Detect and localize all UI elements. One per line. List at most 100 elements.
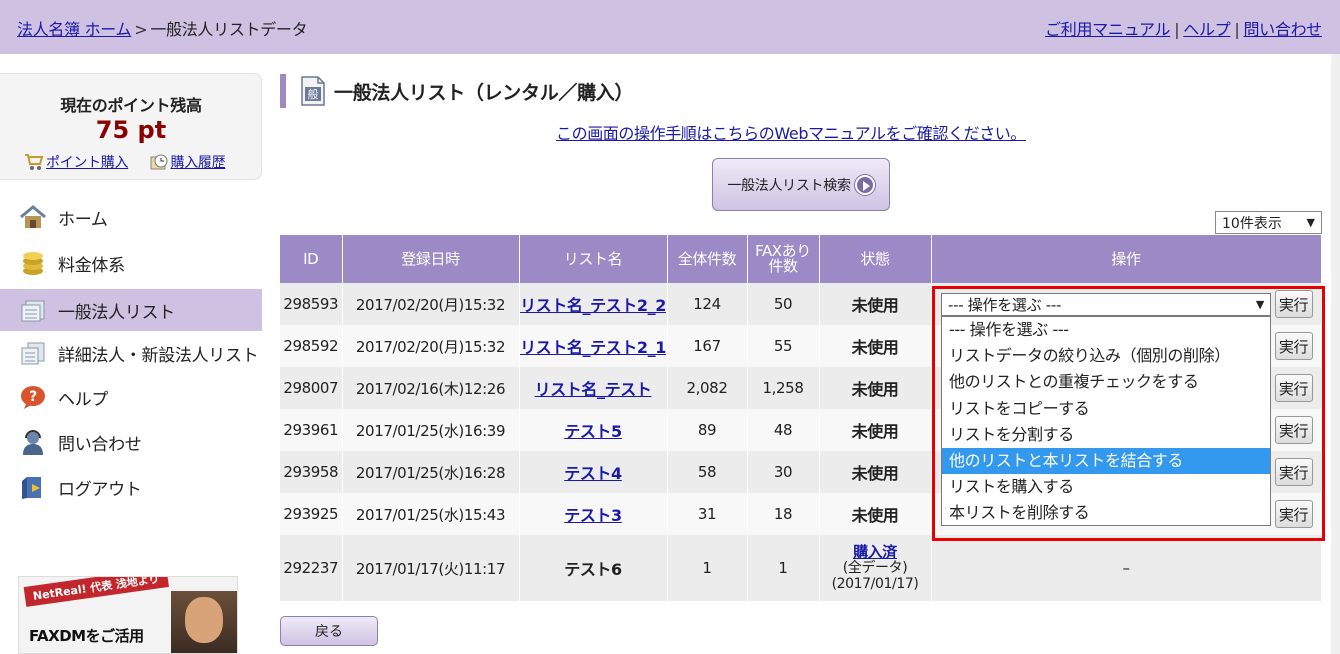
per-page-value: 10件表示 [1222, 215, 1282, 232]
list-name-link[interactable]: テスト4 [564, 464, 622, 483]
help-link[interactable]: ヘルプ [1183, 20, 1230, 39]
points-box: 現在のポイント残高 75 pt ポイント購入 購入履歴 [0, 73, 262, 180]
cell-fax: 55 [747, 325, 820, 367]
purchase-history-link[interactable]: 購入履歴 [171, 155, 226, 171]
per-page-select[interactable]: 10件表示 ▼ [1215, 211, 1322, 234]
list-name-link[interactable]: リスト名_テスト2_1 [520, 338, 666, 357]
cell-total: 167 [667, 325, 748, 367]
list-icon [21, 300, 45, 322]
list-name-link[interactable]: リスト名_テスト2_2 [520, 296, 666, 315]
cell-date: 2017/01/25(水)16:39 [342, 409, 520, 451]
header-date: 登録日時 [342, 235, 520, 283]
house-icon [20, 205, 46, 228]
sidebar-item-label: 一般法人リスト [58, 302, 175, 323]
history-icon [150, 154, 168, 170]
top-bar: 法人名簿 ホーム > 一般法人リストデータ ご利用マニュアル | ヘルプ | 問い合わせ [0, 0, 1340, 54]
cell-fax: 1,258 [747, 367, 820, 409]
points-value: 75 pt [95, 116, 167, 144]
buy-points-link[interactable]: ポイント購入 [46, 155, 129, 171]
breadcrumb-separator: > [134, 20, 148, 39]
cell-list-name: テスト3 [519, 493, 668, 535]
option-purchase-list[interactable]: リストを購入する [942, 474, 1270, 500]
header-operation: 操作 [931, 235, 1322, 283]
option-merge-lists[interactable]: 他のリストと本リストを結合する [942, 447, 1270, 475]
cell-fax: 1 [747, 535, 820, 601]
cell-status: 未使用 [819, 409, 932, 451]
points-links: ポイント購入 購入履歴 [24, 152, 226, 172]
page-heading: 般 一般法人リスト（レンタル／購入） [280, 74, 634, 108]
svg-text:?: ? [29, 389, 37, 405]
cell-id: 293958 [280, 451, 343, 493]
link-separator: | [1234, 20, 1240, 39]
document-icon: 般 [301, 76, 325, 106]
list-name-link[interactable]: テスト5 [564, 422, 622, 441]
link-separator: | [1174, 20, 1180, 39]
cell-status: 購入済 (全データ) (2017/01/17) [819, 535, 932, 601]
option-delete-list[interactable]: 本リストを削除する [942, 500, 1270, 526]
banner-face [185, 597, 223, 643]
cell-id: 298007 [280, 367, 343, 409]
option-copy-list[interactable]: リストをコピーする [942, 396, 1270, 422]
promo-banner[interactable]: NetReal! 代表 浅地より FAXDMをご活用 [18, 576, 238, 654]
header-fax: FAXあり 件数 [747, 235, 820, 283]
execute-button[interactable]: 実行 [1274, 458, 1313, 486]
header-total: 全体件数 [667, 235, 748, 283]
execute-button[interactable]: 実行 [1274, 500, 1313, 528]
purchased-scope: (全データ) [842, 560, 908, 577]
general-list-search-button[interactable]: 一般法人リスト検索 [712, 158, 890, 211]
web-manual-link[interactable]: この画面の操作手順はこちらのWebマニュアルをご確認ください。 [556, 120, 1026, 144]
cell-date: 2017/01/25(水)16:28 [342, 451, 520, 493]
sidebar-item-contact[interactable]: 問い合わせ [0, 421, 262, 463]
cell-status: 未使用 [819, 451, 932, 493]
cell-list-name: リスト名_テスト2_1 [519, 325, 668, 367]
manual-link[interactable]: ご利用マニュアル [1045, 20, 1170, 39]
sidebar-item-detailed-list[interactable]: 詳細法人・新設法人リスト [0, 332, 262, 374]
cell-date: 2017/01/17(火)11:17 [342, 535, 520, 601]
execute-button[interactable]: 実行 [1274, 374, 1313, 402]
operation-select-value: --- 操作を選ぶ --- [948, 296, 1062, 314]
breadcrumb: 法人名簿 ホーム > 一般法人リストデータ [17, 16, 308, 40]
header-list-name: リスト名 [519, 235, 668, 283]
cell-id: 298592 [280, 325, 343, 367]
back-button[interactable]: 戻る [280, 616, 378, 646]
sidebar-item-pricing[interactable]: 料金体系 [0, 242, 262, 284]
cart-icon [25, 154, 44, 170]
logout-icon [22, 477, 41, 499]
option-duplicate-check[interactable]: 他のリストとの重複チェックをする [942, 369, 1270, 395]
sidebar-item-label: 料金体系 [58, 255, 125, 276]
sidebar-item-label: ログアウト [58, 479, 142, 500]
chevron-down-icon: ▼ [1306, 216, 1315, 229]
option-choose[interactable]: --- 操作を選ぶ --- [942, 317, 1270, 343]
breadcrumb-home-link[interactable]: 法人名簿 ホーム [17, 20, 132, 39]
cell-list-name: リスト名_テスト [519, 367, 668, 409]
support-icon [23, 430, 43, 455]
page-scrollbar[interactable] [1331, 54, 1340, 654]
sidebar-item-logout[interactable]: ログアウト [0, 466, 262, 508]
purchased-link[interactable]: 購入済 [853, 543, 897, 561]
cell-status: 未使用 [819, 367, 932, 409]
cell-total: 31 [667, 493, 748, 535]
sidebar-item-label: 詳細法人・新設法人リスト [58, 345, 259, 366]
list-name-link[interactable]: リスト名_テスト [535, 380, 652, 399]
option-filter-data[interactable]: リストデータの絞り込み（個別の削除） [942, 343, 1270, 369]
cell-total: 89 [667, 409, 748, 451]
sidebar-item-label: ヘルプ [58, 389, 109, 410]
sidebar-item-label: ホーム [58, 209, 108, 230]
cell-list-name: テスト4 [519, 451, 668, 493]
table-header-row: ID 登録日時 リスト名 全体件数 FAXあり 件数 状態 操作 [280, 235, 1322, 283]
list-name-link[interactable]: テスト3 [564, 506, 622, 525]
cell-total: 58 [667, 451, 748, 493]
execute-button[interactable]: 実行 [1274, 332, 1313, 360]
sidebar-item-help[interactable]: ? ヘルプ [0, 376, 262, 418]
cell-id: 293925 [280, 493, 343, 535]
sidebar-item-home[interactable]: ホーム [0, 196, 262, 238]
contact-link[interactable]: 問い合わせ [1243, 20, 1322, 39]
sidebar-item-general-list[interactable]: 一般法人リスト [0, 289, 262, 331]
points-title: 現在のポイント残高 [60, 96, 202, 115]
operation-select[interactable]: --- 操作を選ぶ --- ▼ [941, 293, 1271, 316]
chevron-down-icon: ▼ [1255, 298, 1264, 311]
option-split-list[interactable]: リストを分割する [942, 422, 1270, 448]
cell-date: 2017/01/25(水)15:43 [342, 493, 520, 535]
execute-button[interactable]: 実行 [1274, 416, 1313, 444]
execute-button[interactable]: 実行 [1274, 290, 1313, 318]
